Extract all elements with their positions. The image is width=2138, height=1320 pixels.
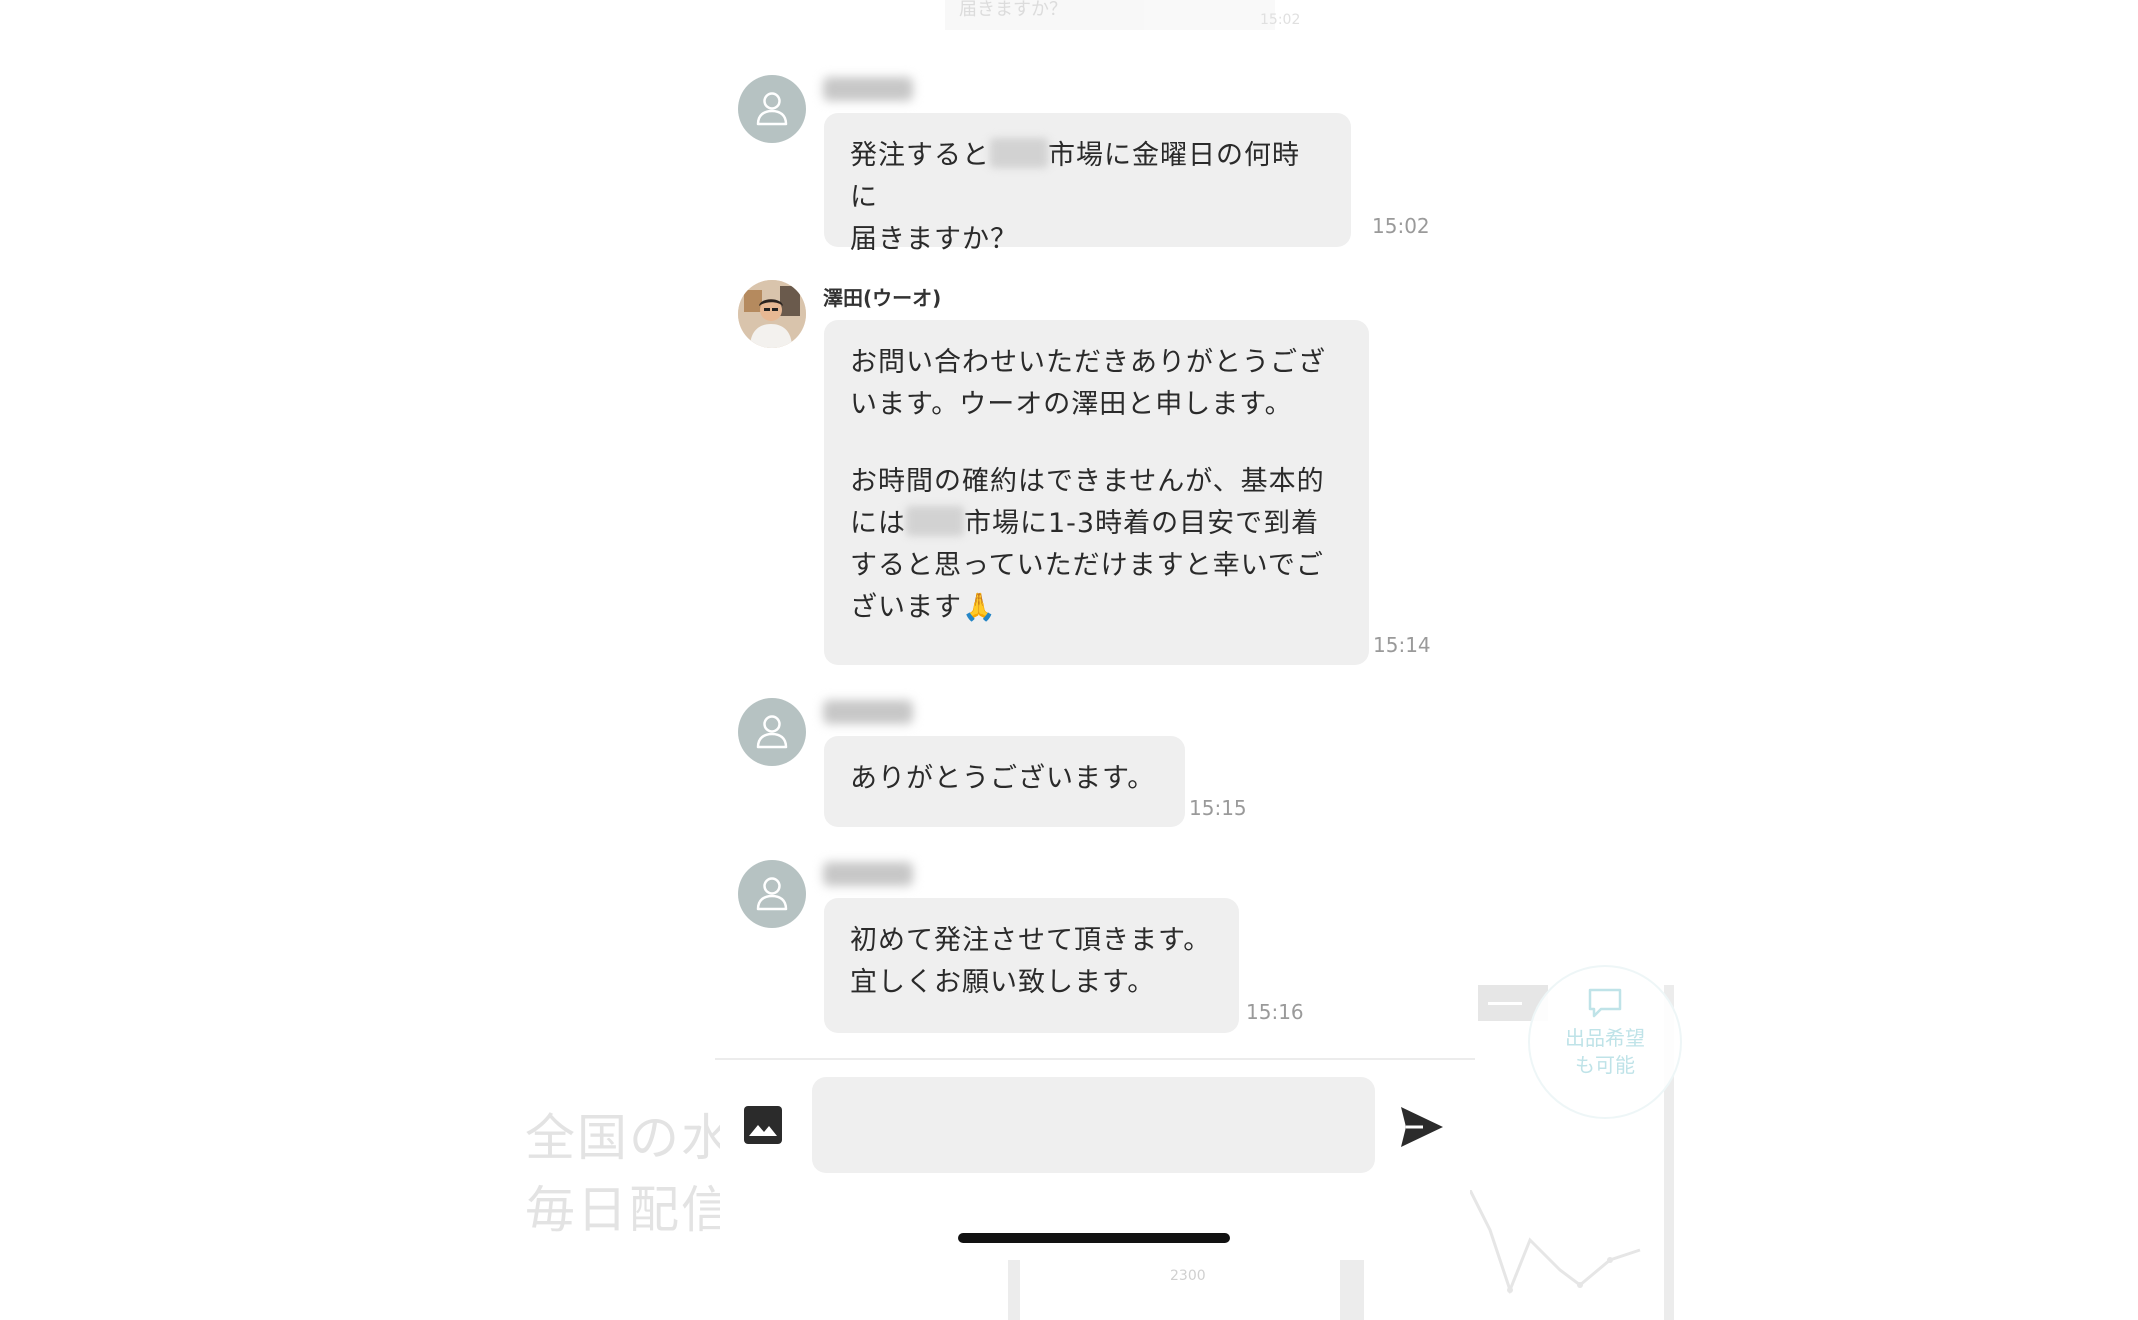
message-bubble: お問い合わせいただきありがとうござ います。ウーオの澤田と申します。 お時間の確…: [824, 320, 1369, 665]
chat-bubble-icon: [1588, 988, 1622, 1018]
message-bubble: ありがとうございます。: [824, 736, 1185, 827]
message-bubble: 初めて発注させて頂きます。 宜しくお願い致します。: [824, 898, 1239, 1033]
home-indicator[interactable]: [958, 1233, 1230, 1243]
background-badge: 出品希望 も可能: [1528, 965, 1682, 1119]
background-badge-line1: 出品希望: [1565, 1026, 1645, 1050]
background-headline-line1: 全国の水: [525, 1109, 720, 1167]
background-headline-line2: 毎日配信: [525, 1181, 720, 1239]
message-time: 15:15: [1189, 796, 1247, 820]
image-icon: [744, 1106, 782, 1144]
avatar[interactable]: [738, 698, 806, 766]
sender-name: [823, 700, 913, 724]
avatar[interactable]: [738, 75, 806, 143]
user-icon: [756, 92, 788, 126]
background-chart-icon: [1470, 1190, 1641, 1295]
send-icon: [1401, 1107, 1443, 1147]
message-bubble: 発注すると 市場に金曜日の何時に 届きますか？: [824, 113, 1351, 255]
avatar[interactable]: [738, 860, 806, 928]
composer-divider: [715, 1058, 1475, 1060]
message-input[interactable]: [812, 1077, 1375, 1173]
message-text: ありがとうございます。: [850, 763, 1156, 794]
message-text-part: 発注すると: [850, 140, 990, 171]
message-paragraph: お問い合わせいただきありがとうござ います。ウーオの澤田と申します。: [850, 347, 1326, 420]
user-photo-icon: [738, 280, 806, 348]
previous-message-time: 15:02: [1260, 12, 1301, 28]
sender-name: 澤田(ウーオ): [823, 286, 942, 310]
page: 全国の水 毎日配信 2300 出品希望 も可能 届きますか？ 15:02 発注す…: [0, 0, 2138, 1320]
user-icon: [756, 715, 788, 749]
redacted-text: [990, 138, 1048, 168]
message-time: 15:02: [1372, 214, 1430, 238]
previous-message-partial: 届きますか？: [945, 0, 1275, 30]
send-button[interactable]: [1399, 1105, 1445, 1149]
sender-name: [823, 862, 913, 886]
sender-name: [823, 77, 913, 101]
background-badge-line2: も可能: [1575, 1053, 1635, 1077]
message-time: 15:16: [1246, 1000, 1304, 1024]
message-time: 15:14: [1373, 633, 1431, 657]
chat-screen: 届きますか？ 15:02 発注すると 市場に金曜日の何時に 届きますか？ 15:0…: [715, 0, 1475, 1320]
user-icon: [756, 877, 788, 911]
avatar-photo[interactable]: [738, 280, 806, 348]
message-text: 発注すると 市場に金曜日の何時に 届きますか？: [850, 135, 1325, 261]
message-paragraph: お時間の確約はできませんが、基本的 には 市場に1-3時着の目安で到着 すると思っ…: [850, 461, 1343, 629]
image-attach-button[interactable]: [743, 1105, 783, 1145]
message-text: 初めて発注させて頂きます。 宜しくお願い致します。: [850, 925, 1212, 998]
redacted-text: [906, 506, 964, 536]
